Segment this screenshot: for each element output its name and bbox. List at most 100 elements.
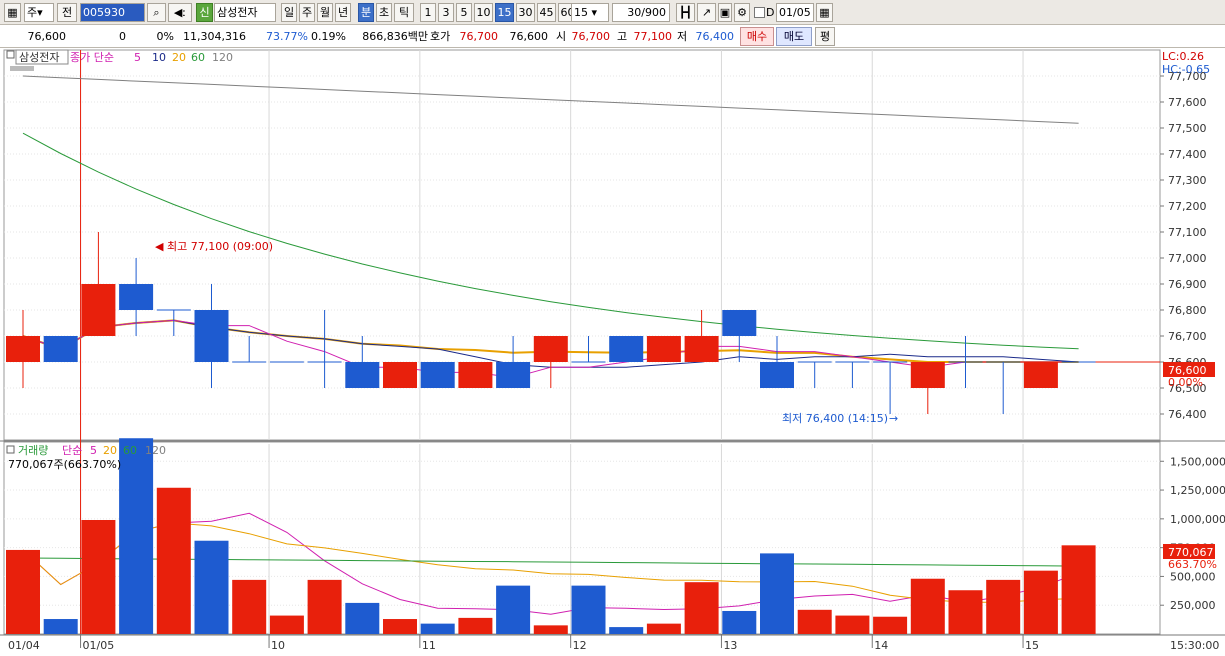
stock-code-input[interactable]: 005930 <box>80 3 145 22</box>
volume-bar <box>609 627 644 634</box>
period-year[interactable]: 년 <box>335 3 351 22</box>
new-badge[interactable]: 신 <box>196 3 213 22</box>
toolbar: ▦ 주▾ 전 005930 ⌕ ◀ː 신 삼성전자 일 주 월 년 분 초 틱 … <box>0 0 1225 25</box>
candle-body <box>1023 362 1058 388</box>
price-tick-label: 76,700 <box>1168 330 1207 343</box>
volume-tick-label: 250,000 <box>1170 599 1216 612</box>
calendar-icon[interactable]: ▦ <box>816 3 833 22</box>
ask-price: 76,700 <box>459 30 499 43</box>
price-tick-label: 76,900 <box>1168 278 1207 291</box>
candle-body <box>383 362 417 388</box>
volume-bar <box>232 579 267 634</box>
time-label: 12 <box>573 639 587 652</box>
current-price: 76,600 <box>27 30 67 43</box>
price-change: 0 <box>119 30 126 43</box>
interval-3[interactable]: 3 <box>438 3 454 22</box>
volume-tick-label: 500,000 <box>1170 570 1216 583</box>
candle-body <box>533 336 568 362</box>
buy-button[interactable]: 매수 <box>740 27 774 46</box>
volume-bar <box>760 553 794 634</box>
volume-bar <box>458 617 493 634</box>
interval-1[interactable]: 1 <box>420 3 436 22</box>
volume-ma-title: 단순 <box>62 444 82 457</box>
time-label: 14 <box>874 639 888 652</box>
candle-body <box>194 310 229 362</box>
market-select[interactable]: 주▾ <box>24 3 54 22</box>
date-input[interactable]: 01/05 <box>776 3 814 22</box>
price-panel-stock-name: 삼성전자 <box>19 51 59 64</box>
volume-bar <box>722 610 757 634</box>
candle-body <box>6 336 40 362</box>
volume-bar <box>383 619 417 634</box>
search-icon[interactable]: ⌕ <box>147 3 166 22</box>
count-input[interactable]: 30/900 <box>612 3 670 22</box>
last-pct-tag: 0.00% <box>1168 376 1203 389</box>
volume-tick-label: 1,500,000 <box>1170 455 1225 468</box>
price-tick-label: 77,400 <box>1168 148 1207 161</box>
volume-bar <box>194 540 229 634</box>
time-label: 10 <box>271 639 285 652</box>
last-volume-pct-tag: 663.70% <box>1168 558 1217 571</box>
volume-ma5-label: 5 <box>90 444 97 457</box>
candle-body <box>345 362 380 388</box>
price-tick-label: 77,600 <box>1168 96 1207 109</box>
volume-title: 거래량 <box>18 444 48 457</box>
candle-body <box>43 336 78 362</box>
interval-30[interactable]: 30 <box>516 3 535 22</box>
price-tick-label: 76,400 <box>1168 408 1207 421</box>
volume-bar <box>307 579 342 634</box>
chart-svg[interactable]: 76,40076,50076,60076,70076,80076,90077,0… <box>0 48 1225 656</box>
low-arrow-icon: → <box>889 412 898 425</box>
date-checkbox[interactable] <box>754 7 765 18</box>
scroll-grip-icon[interactable] <box>10 66 34 71</box>
gear-icon[interactable]: ⚙ <box>734 3 750 22</box>
price-ma5-label: 5 <box>134 51 141 64</box>
candle-body <box>646 336 681 362</box>
speaker-icon[interactable]: ◀ː <box>168 3 192 22</box>
volume-bar <box>571 585 606 634</box>
market-label: 주 <box>27 6 38 19</box>
price-change-pct: 0% <box>156 30 174 43</box>
candle-body <box>81 284 116 336</box>
period-week[interactable]: 주 <box>299 3 315 22</box>
candle-body <box>119 284 154 310</box>
eval-button[interactable]: 평 <box>815 27 835 46</box>
candle-body <box>458 362 493 388</box>
volume-bar <box>948 590 983 634</box>
stock-name-field[interactable]: 삼성전자 <box>214 3 276 22</box>
volume-bar <box>119 438 154 634</box>
chart-area[interactable]: 76,40076,50076,60076,70076,80076,90077,0… <box>0 48 1225 656</box>
price-ma120-label: 120 <box>212 51 233 64</box>
price-tick-label: 77,200 <box>1168 200 1207 213</box>
period-minute[interactable]: 분 <box>358 3 374 22</box>
volume-bar <box>420 623 455 634</box>
draw-icon[interactable]: ↗ <box>697 3 716 22</box>
time-label: 01/05 <box>83 639 115 652</box>
interval-15[interactable]: 15 <box>495 3 514 22</box>
period-day[interactable]: 일 <box>281 3 297 22</box>
open-price: 76,700 <box>571 30 611 43</box>
period-second[interactable]: 초 <box>376 3 392 22</box>
volume-bar <box>533 625 568 634</box>
price-ma10-label: 10 <box>152 51 166 64</box>
volume-bar <box>986 579 1021 634</box>
candle-icon[interactable]: ┣┫ <box>676 3 695 22</box>
volume-bar <box>684 582 719 634</box>
interval-select[interactable]: 15 ▾ <box>571 3 609 22</box>
hc-label: HC:-0.65 <box>1162 63 1210 76</box>
prev-button[interactable]: 전 <box>57 3 77 22</box>
interval-10[interactable]: 10 <box>474 3 493 22</box>
lc-label: LC:0.26 <box>1162 50 1204 63</box>
volume-bar <box>873 616 908 634</box>
period-month[interactable]: 월 <box>317 3 333 22</box>
quote-info-bar: 76,600 0 0% 11,304,316 73.77% 0.19% 866,… <box>0 25 1225 48</box>
interval-45[interactable]: 45 <box>537 3 556 22</box>
price-tick-label: 77,500 <box>1168 122 1207 135</box>
sell-button[interactable]: 매도 <box>776 27 812 46</box>
save-icon[interactable]: ▣ <box>718 3 732 22</box>
layout-icon[interactable]: ▦ <box>4 3 21 22</box>
period-tick[interactable]: 틱 <box>394 3 414 22</box>
volume-bar <box>797 609 832 634</box>
volume-bar <box>1061 545 1096 634</box>
interval-5[interactable]: 5 <box>456 3 472 22</box>
